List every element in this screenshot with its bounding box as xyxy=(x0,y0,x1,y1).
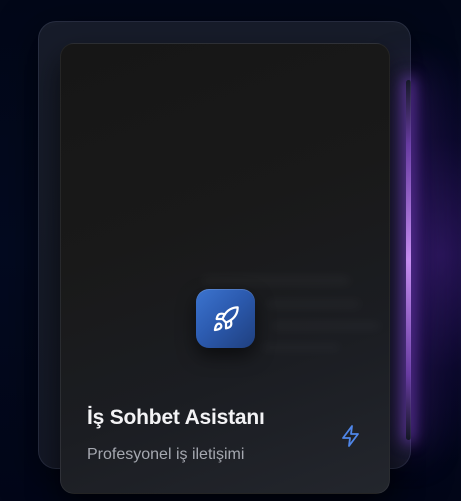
card-subtitle: Profesyonel iş iletişimi xyxy=(87,446,245,463)
glow-edge-decoration xyxy=(406,80,411,440)
card-title: İş Sohbet Asistanı xyxy=(87,406,265,429)
assistant-card[interactable]: İş Sohbet Asistanı Profesyonel iş iletiş… xyxy=(60,43,390,494)
lightning-bolt-icon[interactable] xyxy=(337,422,365,450)
rocket-icon xyxy=(196,289,255,348)
